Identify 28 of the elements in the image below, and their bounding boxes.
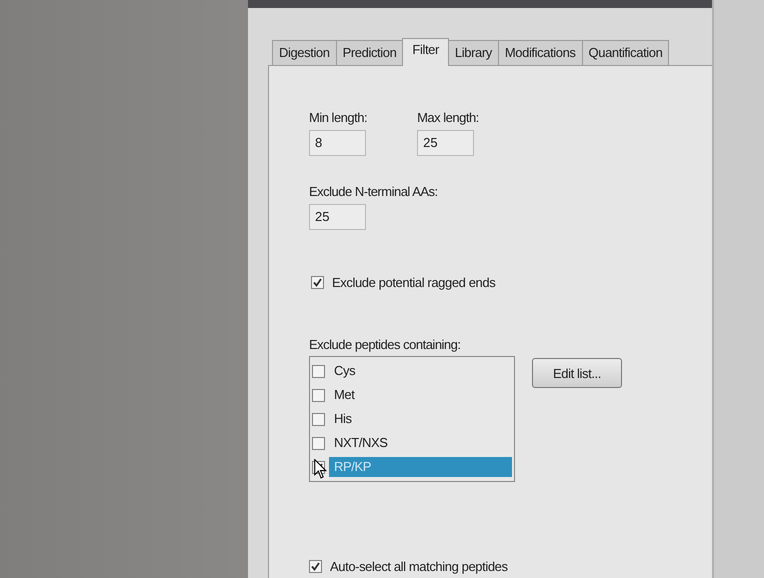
tab[interactable]: Digestion <box>272 40 337 65</box>
field-label: Max length: <box>417 110 479 125</box>
checkbox[interactable] <box>309 560 322 573</box>
checkbox[interactable] <box>311 276 324 289</box>
checkbox[interactable] <box>312 412 325 426</box>
list-item[interactable]: Cys <box>329 361 360 381</box>
tab[interactable]: Quantification <box>582 40 670 65</box>
input-field[interactable]: 25 <box>417 130 474 156</box>
list-item[interactable]: His <box>329 409 357 429</box>
tab[interactable]: Modifications <box>498 40 583 65</box>
field-label: Exclude N-terminal AAs: <box>309 184 438 199</box>
tab[interactable]: Library <box>448 40 499 65</box>
checkbox[interactable] <box>312 388 325 402</box>
list-item[interactable]: NXT/NXS <box>329 433 393 453</box>
input-field[interactable]: 25 <box>309 204 366 230</box>
input-field[interactable]: 8 <box>309 130 366 156</box>
list-label: Exclude peptides containing: <box>309 337 462 352</box>
checkbox-label: Auto-select all matching peptides <box>330 559 508 574</box>
tab[interactable]: Prediction <box>336 40 404 65</box>
tab[interactable]: Filter <box>402 38 449 66</box>
checklist-box[interactable]: Cys Met His NXT/NXS RP/KP <box>309 356 515 482</box>
edit-list-button[interactable]: Edit list... <box>532 358 622 388</box>
field-label: Min length: <box>309 110 368 125</box>
checkbox[interactable] <box>312 436 325 450</box>
checkbox[interactable] <box>312 364 325 378</box>
list-item[interactable]: Met <box>329 385 360 405</box>
checkbox-label: Exclude potential ragged ends <box>332 275 496 290</box>
cursor-icon <box>314 459 327 479</box>
